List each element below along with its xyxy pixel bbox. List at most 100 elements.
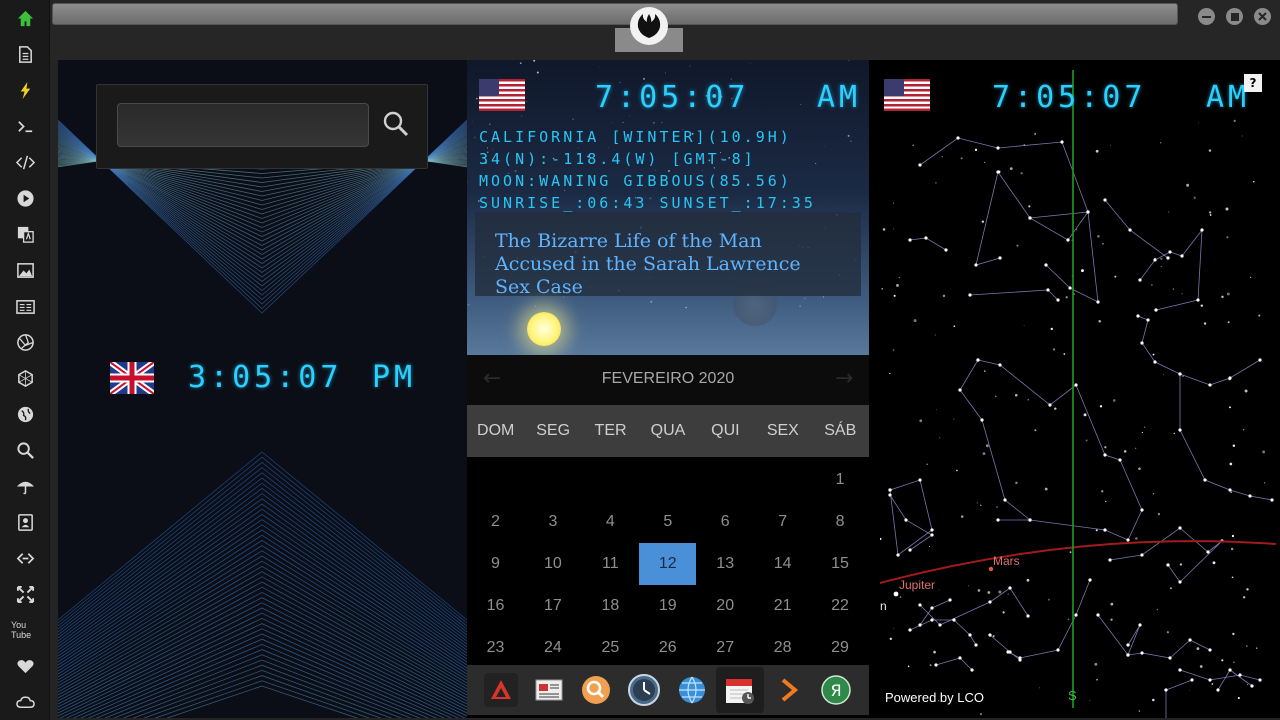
search-widget bbox=[96, 84, 428, 169]
calendar-app-icon[interactable] bbox=[716, 667, 764, 713]
constellation-map[interactable] bbox=[880, 60, 1276, 718]
heart-icon[interactable] bbox=[11, 652, 39, 680]
calendar-day[interactable]: 3 bbox=[524, 501, 581, 543]
dayname: SÁB bbox=[824, 422, 857, 439]
calendar-grid: 1 2 3 4 5 6 7 8 9 10 11 12 13 14 15 16 17 18 19 20 21 22 23 24 2… bbox=[467, 457, 869, 665]
calendar-day[interactable]: 13 bbox=[697, 543, 754, 585]
sky-background: 7:05:07 AM CALIFORNIA [WINTER](10.9H) 34… bbox=[467, 60, 869, 355]
california-clock-panel: 7:05:07 AM CALIFORNIA [WINTER](10.9H) 34… bbox=[467, 60, 869, 718]
aperture-icon[interactable] bbox=[11, 328, 39, 356]
calendar-day[interactable]: 18 bbox=[582, 585, 639, 627]
clock-app-icon[interactable] bbox=[627, 673, 661, 707]
calendar-day[interactable]: 4 bbox=[582, 501, 639, 543]
calendar-day[interactable]: 17 bbox=[524, 585, 581, 627]
calendar-day[interactable]: 28 bbox=[754, 627, 811, 669]
dayname: QUA bbox=[650, 422, 686, 439]
calendar-day[interactable]: 9 bbox=[467, 543, 524, 585]
youtube-icon[interactable]: You Tube bbox=[11, 616, 39, 644]
expand-icon[interactable] bbox=[11, 580, 39, 608]
calendar-day[interactable]: 20 bbox=[697, 585, 754, 627]
globe-app-icon[interactable] bbox=[675, 673, 709, 707]
yandex-app-icon[interactable]: Я bbox=[819, 673, 853, 707]
calendar-day[interactable]: 7 bbox=[754, 501, 811, 543]
address-bar[interactable] bbox=[52, 3, 1178, 25]
search-button[interactable] bbox=[379, 107, 413, 141]
calendar-day[interactable]: 22 bbox=[812, 585, 869, 627]
globe-icon[interactable] bbox=[11, 400, 39, 428]
translate-icon[interactable] bbox=[11, 220, 39, 248]
code-icon[interactable] bbox=[11, 148, 39, 176]
home-icon[interactable] bbox=[11, 4, 39, 32]
calendar-day[interactable]: 23 bbox=[467, 627, 524, 669]
jupiter-point[interactable] bbox=[893, 591, 899, 597]
sky-map-panel: 7:05:07 AM ? Jupiter Mars n S Powered by… bbox=[880, 60, 1276, 718]
search-input[interactable] bbox=[117, 103, 369, 147]
top-bar bbox=[50, 0, 1280, 60]
calendar-day[interactable]: 26 bbox=[639, 627, 696, 669]
calendar-day[interactable]: 21 bbox=[754, 585, 811, 627]
maximize-button[interactable] bbox=[1226, 8, 1243, 25]
calendar-day[interactable]: 19 bbox=[639, 585, 696, 627]
calendar-day[interactable]: 25 bbox=[582, 627, 639, 669]
calendar-day[interactable]: 8 bbox=[812, 501, 869, 543]
umbrella-icon[interactable] bbox=[11, 472, 39, 500]
document-icon[interactable] bbox=[11, 40, 39, 68]
calendar-day[interactable]: 5 bbox=[639, 501, 696, 543]
calendar-day[interactable]: 24 bbox=[524, 627, 581, 669]
app-dock: Я bbox=[467, 665, 869, 715]
calendar-day[interactable]: 27 bbox=[697, 627, 754, 669]
play-icon[interactable] bbox=[11, 184, 39, 212]
uk-ampm: PM bbox=[372, 360, 417, 395]
california-time: 7:05:07 bbox=[595, 80, 750, 115]
edge-label: n bbox=[880, 599, 887, 613]
south-label: S bbox=[1068, 688, 1077, 703]
powered-by-label[interactable]: Powered by LCO bbox=[885, 690, 984, 705]
cloud-icon[interactable] bbox=[11, 688, 39, 716]
calendar-day[interactable]: 6 bbox=[697, 501, 754, 543]
sidebar: You Tube bbox=[0, 0, 50, 720]
us-flag-icon bbox=[479, 79, 525, 111]
calendar-day-today[interactable]: 12 bbox=[639, 543, 697, 585]
search-icon[interactable] bbox=[11, 436, 39, 464]
link-icon[interactable] bbox=[11, 544, 39, 572]
dayname: SEX bbox=[766, 422, 799, 439]
content-frame: 3:05:07 PM 7:05:07 AM CALIFORNIA [WINTER… bbox=[58, 60, 1280, 718]
arrow-app-icon[interactable] bbox=[772, 673, 806, 707]
next-month-button[interactable]: → bbox=[835, 366, 853, 391]
calendar-day[interactable]: 15 bbox=[812, 543, 869, 585]
dayname: TER bbox=[594, 422, 627, 439]
bolt-icon[interactable] bbox=[11, 76, 39, 104]
news-app-icon[interactable] bbox=[532, 673, 566, 707]
jupiter-label: Jupiter bbox=[899, 578, 936, 592]
close-button[interactable] bbox=[1254, 8, 1271, 25]
help-button[interactable]: ? bbox=[1244, 74, 1262, 92]
hexagon-icon[interactable] bbox=[11, 364, 39, 392]
contacts-icon[interactable] bbox=[11, 508, 39, 536]
news-headline[interactable]: The Bizarre Life of the Man Accused in t… bbox=[495, 230, 841, 299]
mountain-app-icon[interactable] bbox=[484, 673, 518, 707]
dayname: QUI bbox=[711, 422, 740, 439]
calendar-month: FEVEREIRO 2020 bbox=[601, 370, 735, 387]
newspaper-icon[interactable] bbox=[11, 292, 39, 320]
calendar-header: ← FEVEREIRO 2020 → bbox=[467, 355, 869, 405]
terminal-icon[interactable] bbox=[11, 112, 39, 140]
rebel-logo-icon[interactable] bbox=[630, 7, 668, 45]
calendar-day[interactable]: 29 bbox=[812, 627, 869, 669]
bottom-chevron-lines bbox=[58, 451, 467, 718]
star-points bbox=[880, 119, 1274, 716]
calendar-day[interactable]: 1 bbox=[812, 459, 869, 501]
calendar-day[interactable]: 16 bbox=[467, 585, 524, 627]
image-icon[interactable] bbox=[11, 256, 39, 284]
minimize-button[interactable] bbox=[1198, 8, 1215, 25]
location-info: CALIFORNIA [WINTER](10.9H) bbox=[479, 128, 792, 146]
calendar-day[interactable]: 2 bbox=[467, 501, 524, 543]
search-app-icon[interactable] bbox=[579, 673, 613, 707]
news-headline-box[interactable]: The Bizarre Life of the Man Accused in t… bbox=[475, 212, 861, 299]
calendar-day[interactable]: 10 bbox=[524, 543, 581, 585]
calendar-day[interactable]: 14 bbox=[754, 543, 811, 585]
ecliptic-line bbox=[880, 540, 1276, 584]
calendar-day[interactable]: 11 bbox=[582, 543, 639, 585]
california-ampm: AM bbox=[817, 80, 862, 115]
svg-text:Я: Я bbox=[830, 681, 841, 700]
coordinates-info: 34(N):-118.4(W) [GMT-8] bbox=[479, 150, 756, 168]
